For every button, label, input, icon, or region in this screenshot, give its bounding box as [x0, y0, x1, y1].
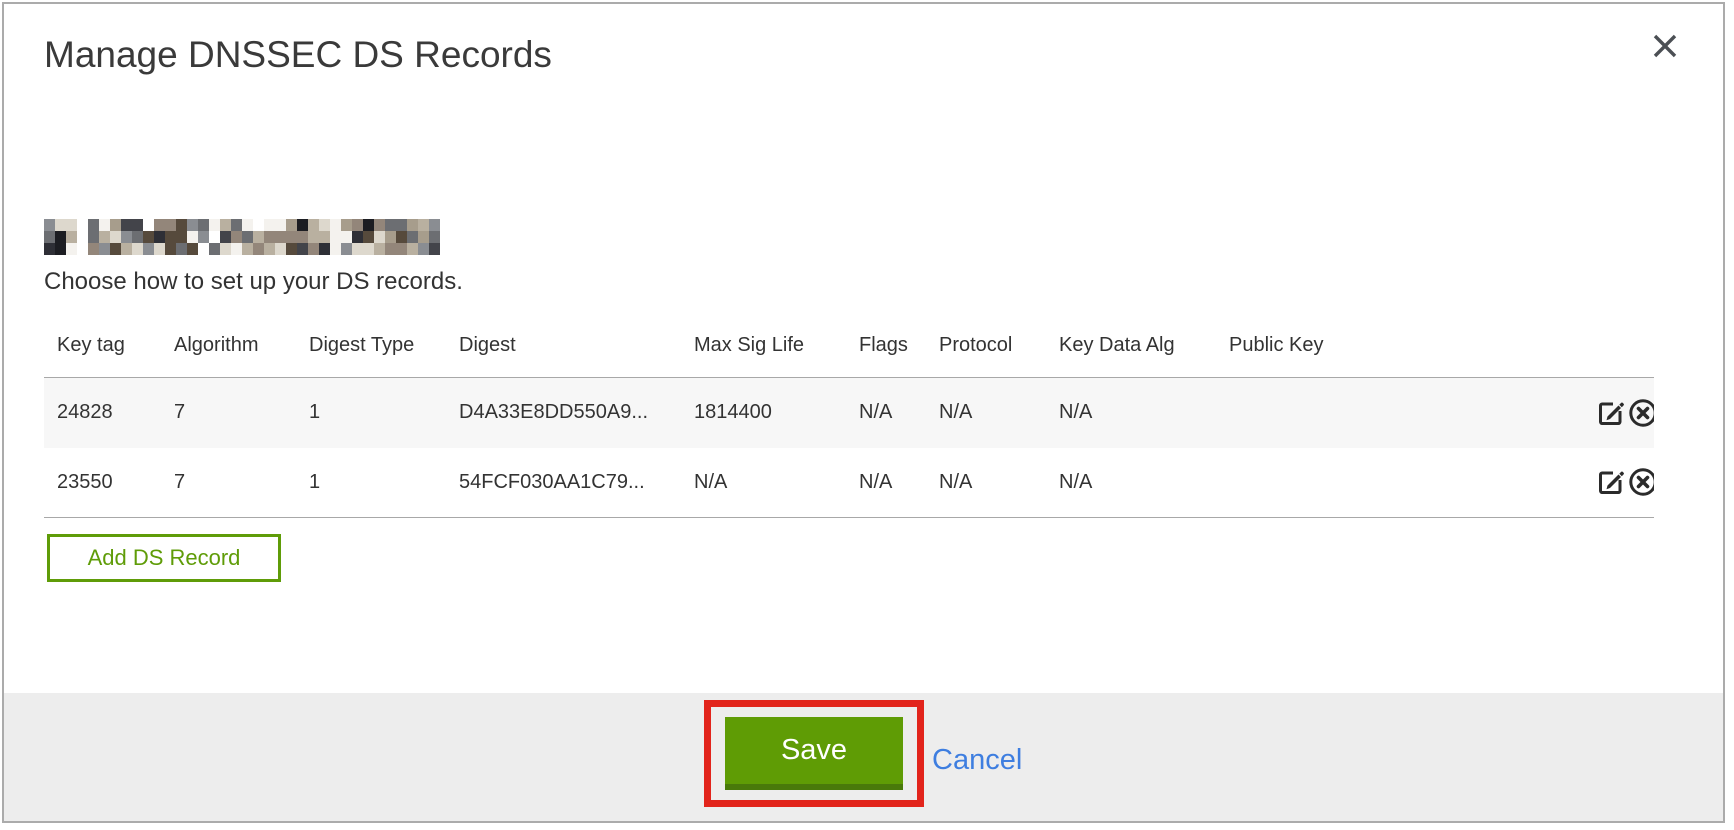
close-icon[interactable]: [1649, 30, 1681, 62]
cell-protocol: N/A: [926, 448, 1046, 518]
col-header-digest-type: Digest Type: [296, 316, 446, 378]
cell-key-data-alg: N/A: [1046, 378, 1216, 448]
edit-record-icon[interactable]: [1595, 466, 1627, 498]
edit-record-icon[interactable]: [1595, 397, 1627, 429]
cell-public-key: [1216, 378, 1582, 448]
cell-key-tag: 24828: [44, 378, 161, 448]
table-row: 23550 7 1 54FCF030AA1C79... N/A N/A N/A …: [44, 448, 1654, 518]
manage-dnssec-dialog: Manage DNSSEC DS Records Choose how to s…: [2, 2, 1725, 823]
cell-flags: N/A: [846, 378, 926, 448]
col-header-algorithm: Algorithm: [161, 316, 296, 378]
ds-records-table: Key tag Algorithm Digest Type Digest Max…: [44, 316, 1654, 518]
cell-digest: 54FCF030AA1C79...: [446, 448, 681, 518]
cell-key-data-alg: N/A: [1046, 448, 1216, 518]
col-header-key-data-alg: Key Data Alg: [1046, 316, 1216, 378]
cell-actions: [1582, 448, 1654, 518]
page-title: Manage DNSSEC DS Records: [44, 34, 1723, 76]
col-header-protocol: Protocol: [926, 316, 1046, 378]
cell-public-key: [1216, 448, 1582, 518]
save-annotation-box: Save: [704, 700, 924, 807]
table-row: 24828 7 1 D4A33E8DD550A9... 1814400 N/A …: [44, 378, 1654, 448]
cell-max-sig-life: 1814400: [681, 378, 846, 448]
cell-key-tag: 23550: [44, 448, 161, 518]
blurred-domain-name: [44, 219, 440, 255]
delete-record-icon[interactable]: [1627, 397, 1654, 429]
cell-digest-type: 1: [296, 378, 446, 448]
delete-record-icon[interactable]: [1627, 466, 1654, 498]
save-button[interactable]: Save: [725, 717, 903, 790]
col-header-key-tag: Key tag: [44, 316, 161, 378]
cancel-link[interactable]: Cancel: [932, 744, 1022, 777]
col-header-digest: Digest: [446, 316, 681, 378]
cell-flags: N/A: [846, 448, 926, 518]
col-header-max-sig-life: Max Sig Life: [681, 316, 846, 378]
cell-digest-type: 1: [296, 448, 446, 518]
cell-digest: D4A33E8DD550A9...: [446, 378, 681, 448]
cell-max-sig-life: N/A: [681, 448, 846, 518]
col-header-public-key: Public Key: [1216, 316, 1582, 378]
add-ds-record-button[interactable]: Add DS Record: [47, 534, 281, 582]
cell-algorithm: 7: [161, 378, 296, 448]
cell-actions: [1582, 378, 1654, 448]
col-header-flags: Flags: [846, 316, 926, 378]
dialog-footer: Save Cancel: [4, 693, 1723, 821]
table-header-row: Key tag Algorithm Digest Type Digest Max…: [44, 316, 1654, 378]
instruction-text: Choose how to set up your DS records.: [44, 268, 1723, 296]
cell-algorithm: 7: [161, 448, 296, 518]
col-header-actions: [1582, 316, 1654, 378]
cell-protocol: N/A: [926, 378, 1046, 448]
